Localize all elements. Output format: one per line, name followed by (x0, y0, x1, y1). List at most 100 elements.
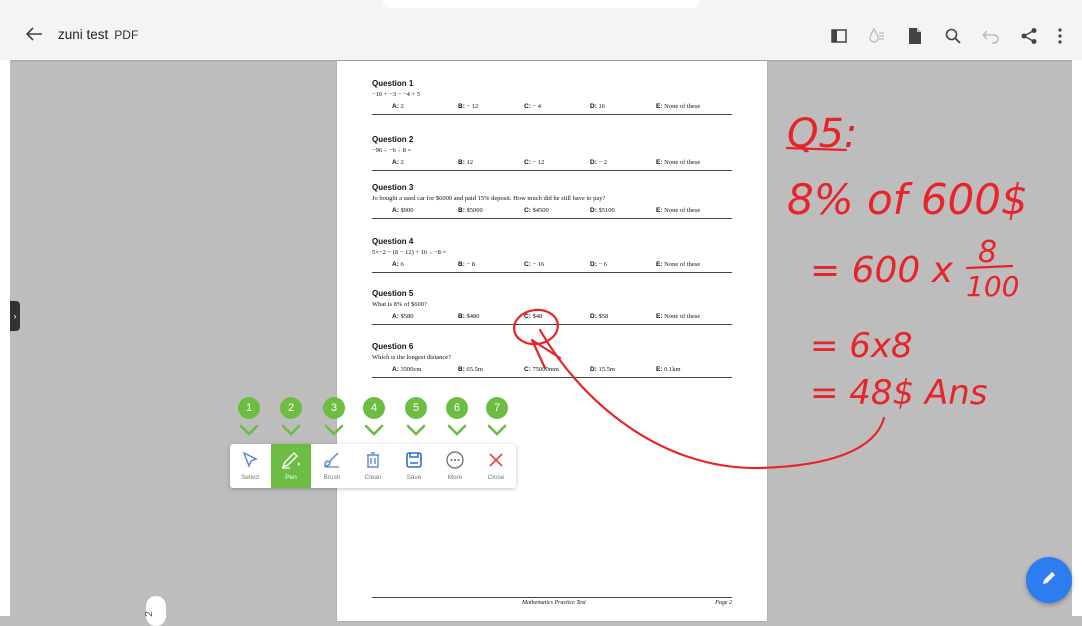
pen-tool-label: Pen (285, 474, 297, 481)
page-indicator[interactable]: 2 (144, 596, 166, 626)
option-key: E: (656, 366, 663, 373)
answer-option: E: None of these (656, 207, 722, 214)
option-value: 15.5m (598, 366, 615, 373)
answer-option: C: − 12 (524, 159, 590, 166)
option-value: $5100 (598, 207, 615, 214)
chevron-down-icon (486, 423, 508, 436)
answer-option: D: $5100 (590, 207, 656, 214)
option-value: − 16 (532, 261, 545, 268)
answer-option: B: − 8 (458, 261, 524, 268)
callout-badge: 7 (486, 397, 508, 419)
answer-options: A: 6 B: − 8 C: − 16 D: − 6 E: None of these (372, 261, 732, 268)
handwriting-line-4: = 6x8 (810, 326, 913, 366)
top-app-bar: zuni test PDF (0, 0, 1082, 60)
answer-option: D: 16 (590, 103, 656, 110)
option-value: 3500cm (400, 366, 422, 373)
chevron-right-icon: › (13, 311, 17, 321)
option-key: B: (458, 103, 465, 110)
answer-option: C: 75000mm (524, 366, 590, 373)
option-value: None of these (664, 103, 701, 110)
more-tool-button[interactable]: More (435, 444, 475, 488)
cursor-icon (239, 449, 261, 471)
option-value: − 2 (598, 159, 608, 166)
save-tool-label: Save (406, 474, 422, 481)
option-value: 2 (400, 103, 404, 110)
panel-icon[interactable] (820, 24, 858, 48)
undo-icon[interactable] (972, 24, 1010, 48)
answer-option: D: 15.5m (590, 366, 656, 373)
more-tool-label: More (447, 474, 463, 481)
clean-tool-button[interactable]: Clean (353, 444, 393, 488)
option-key: C: (524, 366, 531, 373)
underline-mark (785, 146, 848, 152)
option-value: 2 (400, 159, 404, 166)
callout-badge: 3 (323, 397, 345, 419)
answer-options: A: 2 B: − 12 C: − 4 D: 16 E: None of these (372, 103, 732, 110)
option-value: − 4 (532, 103, 542, 110)
answer-option: D: − 6 (590, 261, 656, 268)
select-tool-label: Select (240, 474, 260, 481)
answer-option: B: $480 (458, 313, 524, 320)
option-key: B: (458, 313, 465, 320)
option-value: None of these (664, 313, 701, 320)
side-panel-handle[interactable]: › (10, 301, 20, 331)
option-value: − 6 (598, 261, 608, 268)
question-title: Question 2 (372, 135, 414, 144)
save-tool-button[interactable]: Save (394, 444, 434, 488)
answer-option: B: 12 (458, 159, 524, 166)
left-edge (0, 60, 10, 616)
option-key: A: (392, 207, 399, 214)
option-key: E: (656, 159, 663, 166)
question-divider (372, 324, 732, 325)
option-key: D: (590, 207, 597, 214)
edit-fab-button[interactable] (1026, 557, 1072, 603)
answer-option: D: $58 (590, 313, 656, 320)
edit-pencil-icon (1040, 569, 1058, 592)
option-key: A: (392, 261, 399, 268)
option-value: 16 (598, 103, 605, 110)
select-tool-button[interactable]: Select (230, 444, 270, 488)
question-prompt: −96 ÷ −6 ÷ 8 = (372, 147, 412, 154)
chevron-down-icon (323, 423, 345, 436)
annotation-toolbar: Select Pen Brush Clean Save More Close (230, 444, 516, 488)
close-tool-button[interactable]: Close (476, 444, 516, 488)
question-divider (372, 272, 732, 273)
document-icon[interactable] (896, 24, 934, 48)
ink-drop-icon[interactable] (858, 24, 896, 48)
option-key: D: (590, 103, 597, 110)
callout-badge: 6 (446, 397, 468, 419)
handwriting-line-2: 8% of 600$ (787, 175, 1028, 224)
answer-options: A: $580 B: $480 C: $48 D: $58 E: None of the… (372, 313, 732, 320)
question-prompt: −10 + −3 − −4 + 5 (372, 91, 420, 98)
close-tool-label: Close (487, 474, 505, 481)
option-key: C: (524, 261, 531, 268)
search-icon[interactable] (934, 24, 972, 48)
answer-option: A: 2 (392, 103, 458, 110)
chevron-down-icon (238, 423, 260, 436)
share-icon[interactable] (1010, 24, 1048, 48)
handwriting-line-5: = 48$ Ans (810, 373, 988, 413)
option-key: E: (656, 207, 663, 214)
option-value: $58 (598, 313, 609, 320)
option-value: 65.5m (466, 366, 483, 373)
footer-title: Mathematics Practice Test (522, 600, 586, 606)
question-title: Question 5 (372, 289, 414, 298)
answer-option: C: $48 (524, 313, 590, 320)
answer-option: E: None of these (656, 159, 722, 166)
brush-icon (321, 449, 343, 471)
pen-tool-button[interactable]: Pen (271, 444, 311, 488)
option-key: C: (524, 313, 531, 320)
answer-options: A: $900 B: $5000 C: $4500 D: $5100 E: None o… (372, 207, 732, 214)
footer-page-number: Page 2 (715, 600, 732, 606)
answer-option: C: $4500 (524, 207, 590, 214)
option-key: E: (656, 261, 663, 268)
more-vert-icon[interactable] (1048, 24, 1072, 48)
question-prompt: 5×−2 − (8 − 12) + 16 ÷ −8 = (372, 249, 447, 256)
chevron-down-icon (405, 423, 427, 436)
option-key: B: (458, 261, 465, 268)
file-type-label: PDF (114, 28, 139, 42)
answer-option: A: 6 (392, 261, 458, 268)
answer-option: E: None of these (656, 313, 722, 320)
brush-tool-button[interactable]: Brush (312, 444, 352, 488)
back-arrow-icon[interactable] (22, 22, 46, 46)
